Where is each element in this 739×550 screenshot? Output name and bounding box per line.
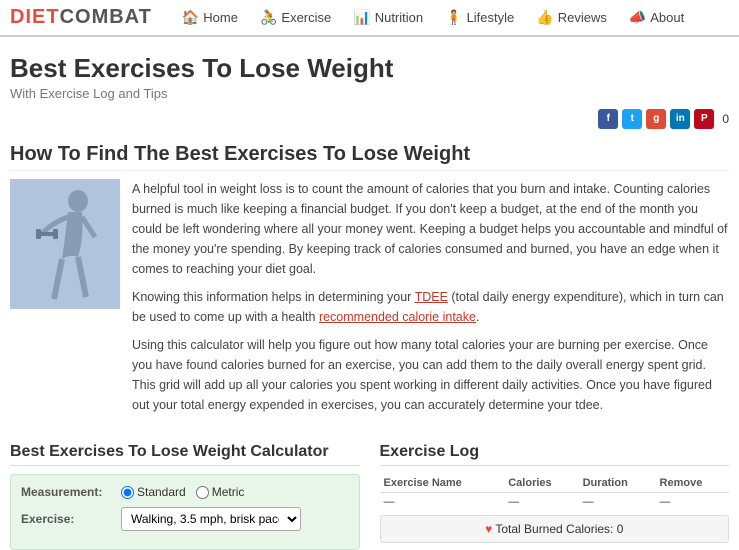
nav-home-label: Home bbox=[203, 10, 238, 25]
nav-reviews-label: Reviews bbox=[558, 10, 607, 25]
how-to-section: How To Find The Best Exercises To Lose W… bbox=[10, 143, 729, 423]
facebook-button[interactable]: f bbox=[598, 109, 618, 129]
how-to-p2: Knowing this information helps in determ… bbox=[132, 287, 729, 327]
calc-form: Measurement: Standard Metric Exercise: bbox=[10, 474, 360, 550]
bottom-section: Best Exercises To Lose Weight Calculator… bbox=[10, 443, 729, 550]
nav-nutrition-label: Nutrition bbox=[375, 10, 423, 25]
logo-diet: DIET bbox=[10, 6, 60, 28]
logo-combat: COMBAT bbox=[60, 6, 152, 28]
how-to-p3: Using this calculator will help you figu… bbox=[132, 335, 729, 415]
log-table: Exercise Name Calories Duration Remove —… bbox=[380, 474, 730, 511]
nav-lifestyle[interactable]: 🧍 Lifestyle bbox=[435, 4, 524, 31]
exercise-icon: 🚴 bbox=[260, 9, 277, 26]
standard-radio[interactable] bbox=[121, 486, 134, 499]
lifestyle-icon: 🧍 bbox=[445, 9, 462, 26]
exercise-row: Exercise: Walking, 3.5 mph, brisk pace R… bbox=[21, 507, 349, 531]
col-exercise-name: Exercise Name bbox=[380, 474, 505, 493]
social-bar: f t g in P 0 bbox=[0, 105, 739, 133]
page-subtitle: With Exercise Log and Tips bbox=[10, 86, 729, 101]
col-remove: Remove bbox=[656, 474, 729, 493]
how-to-title: How To Find The Best Exercises To Lose W… bbox=[10, 143, 729, 171]
logo: DIETCOMBAT bbox=[10, 6, 152, 29]
how-to-text: A helpful tool in weight loss is to coun… bbox=[132, 179, 729, 423]
page-title-area: Best Exercises To Lose Weight With Exerc… bbox=[0, 37, 739, 105]
heart-icon: ♥ bbox=[485, 522, 492, 536]
log-title: Exercise Log bbox=[380, 443, 730, 466]
exercise-select[interactable]: Walking, 3.5 mph, brisk pace Running, 5 … bbox=[121, 507, 301, 531]
exercise-label: Exercise: bbox=[21, 512, 121, 526]
metric-radio[interactable] bbox=[196, 486, 209, 499]
log-table-header-row: Exercise Name Calories Duration Remove bbox=[380, 474, 730, 493]
log-footer: ♥ Total Burned Calories: 0 bbox=[380, 515, 730, 543]
nav-lifestyle-label: Lifestyle bbox=[467, 10, 515, 25]
standard-label: Standard bbox=[137, 485, 186, 499]
nutrition-icon: 📊 bbox=[353, 9, 370, 26]
calorie-intake-link[interactable]: recommended calorie intake bbox=[319, 310, 476, 324]
calculator-section: Best Exercises To Lose Weight Calculator… bbox=[10, 443, 360, 550]
linkedin-button[interactable]: in bbox=[670, 109, 690, 129]
reviews-icon: 👍 bbox=[536, 9, 553, 26]
total-calories-label: Total Burned Calories: 0 bbox=[495, 522, 623, 536]
col-duration: Duration bbox=[579, 474, 656, 493]
header: DIETCOMBAT 🏠 Home 🚴 Exercise 📊 Nutrition… bbox=[0, 0, 739, 37]
measurement-label: Measurement: bbox=[21, 485, 121, 499]
googleplus-button[interactable]: g bbox=[646, 109, 666, 129]
how-to-body: A helpful tool in weight loss is to coun… bbox=[10, 179, 729, 423]
nav-reviews[interactable]: 👍 Reviews bbox=[526, 4, 617, 31]
col-calories: Calories bbox=[504, 474, 578, 493]
nav-about[interactable]: 📣 About bbox=[619, 4, 694, 31]
nav-exercise[interactable]: 🚴 Exercise bbox=[250, 4, 341, 31]
nav-nutrition[interactable]: 📊 Nutrition bbox=[343, 4, 433, 31]
nav-home[interactable]: 🏠 Home bbox=[172, 4, 248, 31]
page-title: Best Exercises To Lose Weight bbox=[10, 53, 729, 84]
metric-radio-label[interactable]: Metric bbox=[196, 485, 245, 499]
exercise-log-section: Exercise Log Exercise Name Calories Dura… bbox=[380, 443, 730, 550]
how-to-image bbox=[10, 179, 120, 309]
nav-about-label: About bbox=[650, 10, 684, 25]
pinterest-button[interactable]: P bbox=[694, 109, 714, 129]
about-icon: 📣 bbox=[629, 9, 646, 26]
log-table-row: — — — — bbox=[380, 493, 730, 512]
social-count: 0 bbox=[722, 112, 729, 126]
how-to-p1: A helpful tool in weight loss is to coun… bbox=[132, 179, 729, 279]
nav-exercise-label: Exercise bbox=[281, 10, 331, 25]
metric-label: Metric bbox=[212, 485, 245, 499]
tdee-link[interactable]: TDEE bbox=[415, 290, 448, 304]
measurement-radio-group: Standard Metric bbox=[121, 485, 244, 499]
measurement-row: Measurement: Standard Metric bbox=[21, 485, 349, 499]
standard-radio-label[interactable]: Standard bbox=[121, 485, 186, 499]
main-content: How To Find The Best Exercises To Lose W… bbox=[0, 143, 739, 550]
calc-title: Best Exercises To Lose Weight Calculator bbox=[10, 443, 360, 466]
home-icon: 🏠 bbox=[182, 9, 199, 26]
main-nav: 🏠 Home 🚴 Exercise 📊 Nutrition 🧍 Lifestyl… bbox=[172, 4, 694, 31]
twitter-button[interactable]: t bbox=[622, 109, 642, 129]
